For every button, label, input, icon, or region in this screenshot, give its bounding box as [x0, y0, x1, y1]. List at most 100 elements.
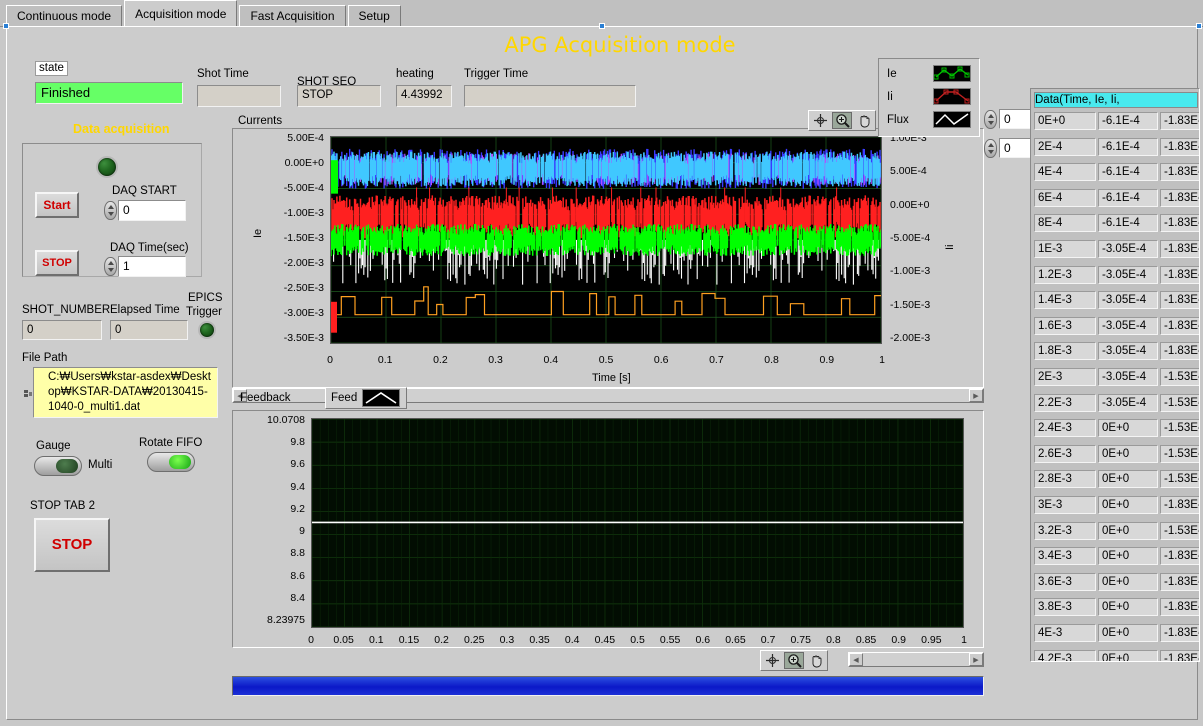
tab-fast-acquisition[interactable]: Fast Acquisition: [239, 5, 346, 27]
table-cell-ii[interactable]: -1.53E-: [1160, 393, 1199, 412]
table-cell-time[interactable]: 2E-4: [1034, 137, 1096, 156]
feedback-plot-area[interactable]: [311, 418, 964, 628]
table-cell-time[interactable]: 2E-3: [1034, 368, 1096, 386]
legend-item-ii[interactable]: Ii: [887, 88, 971, 105]
table-cell-ie[interactable]: -3.05E-4: [1098, 265, 1158, 284]
table-cell-ii[interactable]: -1.83E-: [1160, 112, 1199, 130]
table-cell-ie[interactable]: -6.1E-4: [1098, 137, 1158, 156]
selection-handle-left[interactable]: [3, 23, 9, 29]
table-cell-ii[interactable]: -1.83E-: [1160, 572, 1199, 591]
daq-start-input[interactable]: 0: [118, 200, 186, 221]
table-cell-time[interactable]: 8E-4: [1034, 214, 1096, 233]
table-cell-ie[interactable]: -6.1E-4: [1098, 214, 1158, 233]
table-cell-ii[interactable]: -1.53E-: [1160, 470, 1199, 489]
table-cell-ie[interactable]: 0E+0: [1098, 444, 1158, 463]
table-cell-ie[interactable]: 0E+0: [1098, 572, 1158, 591]
currents-scroll-right-icon[interactable]: ▶: [969, 389, 983, 402]
table-cell-time[interactable]: 4E-3: [1034, 624, 1096, 642]
cursor-spinner-2[interactable]: [984, 139, 997, 158]
currents-graph-palette[interactable]: [808, 110, 876, 131]
table-cell-time[interactable]: 2.4E-3: [1034, 419, 1096, 438]
table-cell-ii[interactable]: -1.83E-: [1160, 214, 1199, 233]
table-cell-time[interactable]: 4E-4: [1034, 163, 1096, 182]
table-cell-ie[interactable]: 0E+0: [1098, 649, 1158, 661]
table-cell-time[interactable]: 4.2E-3: [1034, 649, 1096, 661]
table-cell-time[interactable]: 0E+0: [1034, 112, 1096, 130]
feedback-hscrollbar[interactable]: ◀ ▶: [848, 652, 984, 667]
table-cell-time[interactable]: 3E-3: [1034, 496, 1096, 514]
legend-swatch-flux[interactable]: [933, 111, 971, 128]
gauge-switch[interactable]: [34, 456, 82, 476]
table-cell-time[interactable]: 3.8E-3: [1034, 598, 1096, 617]
pan-hand-icon[interactable]: [806, 652, 826, 669]
table-cell-time[interactable]: 1.8E-3: [1034, 342, 1096, 361]
cursor-spinner-1[interactable]: [984, 110, 997, 129]
table-cell-ii[interactable]: -1.83E-: [1160, 649, 1199, 661]
daq-time-input[interactable]: 1: [118, 256, 186, 277]
table-cell-ii[interactable]: -1.83E-: [1160, 137, 1199, 156]
selection-handle-right[interactable]: [1196, 23, 1202, 29]
table-cell-time[interactable]: 1.6E-3: [1034, 316, 1096, 335]
table-cell-ie[interactable]: 0E+0: [1098, 598, 1158, 617]
table-cell-time[interactable]: 1.4E-3: [1034, 291, 1096, 310]
table-cell-ie[interactable]: -3.05E-4: [1098, 291, 1158, 310]
table-cell-ie[interactable]: -3.05E-4: [1098, 240, 1158, 258]
table-cell-time[interactable]: 6E-4: [1034, 188, 1096, 207]
table-cell-ie[interactable]: -6.1E-4: [1098, 112, 1158, 130]
folder-browse-icon[interactable]: [24, 389, 33, 400]
table-cell-ie[interactable]: -3.05E-4: [1098, 393, 1158, 412]
table-cell-ii[interactable]: -1.53E-: [1160, 419, 1199, 438]
table-cell-ie[interactable]: 0E+0: [1098, 496, 1158, 514]
legend-swatch-ie[interactable]: [933, 65, 971, 82]
legend-item-ie[interactable]: Ie: [887, 65, 971, 82]
table-cell-ie[interactable]: 0E+0: [1098, 547, 1158, 566]
table-cell-ie[interactable]: -6.1E-4: [1098, 188, 1158, 207]
table-cell-ii[interactable]: -1.83E-: [1160, 624, 1199, 642]
feedback-legend-swatch[interactable]: [362, 389, 401, 407]
table-cell-ie[interactable]: 0E+0: [1098, 624, 1158, 642]
crosshair-cursor-icon[interactable]: [810, 112, 830, 129]
table-cell-time[interactable]: 2.8E-3: [1034, 470, 1096, 489]
table-cell-ii[interactable]: -1.83E-: [1160, 547, 1199, 566]
pan-hand-icon[interactable]: [854, 112, 874, 129]
table-cell-ii[interactable]: -1.83E-: [1160, 496, 1199, 514]
currents-plot-area[interactable]: [330, 136, 882, 344]
tab-setup[interactable]: Setup: [347, 5, 401, 27]
selection-handle-top[interactable]: [599, 23, 605, 29]
table-cell-time[interactable]: 2.6E-3: [1034, 444, 1096, 463]
file-path-value[interactable]: C:₩Users₩kstar-asdex₩Desktop₩KSTAR-DATA₩…: [33, 367, 218, 418]
data-table[interactable]: Data(Time, Ie, Ii, 0E+0 -6.1E-4 -1.83E- 2E-…: [1030, 88, 1200, 662]
table-cell-ie[interactable]: 0E+0: [1098, 521, 1158, 540]
feedback-scroll-right-icon[interactable]: ▶: [969, 653, 983, 666]
rotate-fifo-switch[interactable]: [147, 452, 195, 472]
table-cell-time[interactable]: 3.4E-3: [1034, 547, 1096, 566]
tab-acquisition-mode[interactable]: Acquisition mode: [124, 0, 238, 27]
daq-time-spinner[interactable]: [104, 257, 117, 276]
stop-tab-2-button[interactable]: STOP: [34, 518, 110, 572]
feedback-scroll-left-icon[interactable]: ◀: [849, 653, 863, 666]
table-cell-time[interactable]: 2.2E-3: [1034, 393, 1096, 412]
table-cell-time[interactable]: 1E-3: [1034, 240, 1096, 258]
table-cell-ie[interactable]: -6.1E-4: [1098, 163, 1158, 182]
table-cell-time[interactable]: 1.2E-3: [1034, 265, 1096, 284]
table-cell-ii[interactable]: -1.53E-: [1160, 521, 1199, 540]
table-cell-ii[interactable]: -1.53E-: [1160, 444, 1199, 463]
legend-item-flux[interactable]: Flux: [887, 111, 971, 128]
daq-start-spinner[interactable]: [104, 201, 117, 220]
start-button[interactable]: Start: [35, 192, 79, 218]
table-cell-ie[interactable]: -3.05E-4: [1098, 368, 1158, 386]
table-cell-time[interactable]: 3.2E-3: [1034, 521, 1096, 540]
tab-continuous-mode[interactable]: Continuous mode: [6, 5, 123, 27]
table-cell-ii[interactable]: -1.83E-: [1160, 188, 1199, 207]
table-cell-ii[interactable]: -1.53E-: [1160, 368, 1199, 386]
table-cell-ie[interactable]: 0E+0: [1098, 470, 1158, 489]
crosshair-cursor-icon[interactable]: [762, 652, 782, 669]
table-cell-ie[interactable]: -3.05E-4: [1098, 342, 1158, 361]
table-cell-ii[interactable]: -1.83E-: [1160, 240, 1199, 258]
table-cell-ii[interactable]: -1.83E-: [1160, 316, 1199, 335]
table-cell-time[interactable]: 3.6E-3: [1034, 572, 1096, 591]
legend-swatch-ii[interactable]: [933, 88, 971, 105]
table-cell-ii[interactable]: -1.83E-: [1160, 291, 1199, 310]
table-cell-ii[interactable]: -1.83E-: [1160, 342, 1199, 361]
table-cell-ii[interactable]: -1.83E-: [1160, 598, 1199, 617]
